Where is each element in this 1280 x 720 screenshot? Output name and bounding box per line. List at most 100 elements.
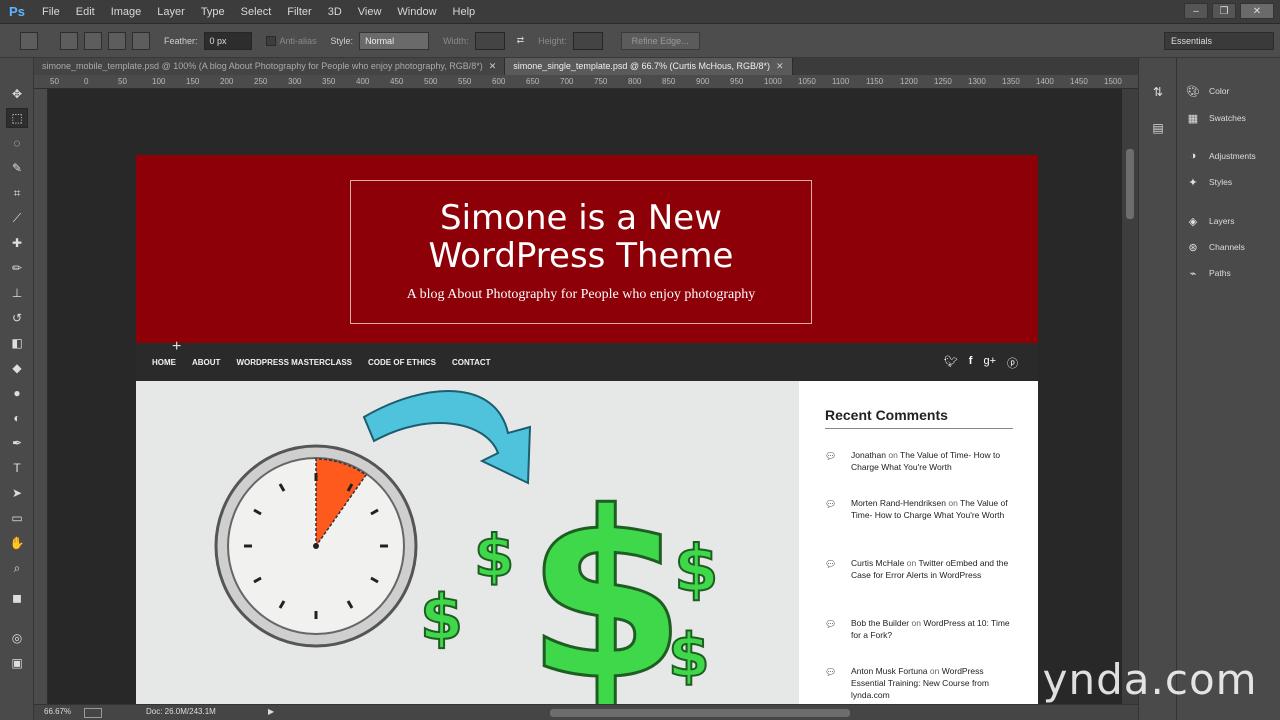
menu-view[interactable]: View bbox=[350, 0, 390, 24]
restore-button[interactable]: ❐ bbox=[1212, 3, 1236, 19]
vertical-scrollbar[interactable] bbox=[1122, 89, 1138, 704]
swap-icon[interactable]: ⇄ bbox=[517, 35, 525, 46]
comment-author[interactable]: Anton Musk Fortuna bbox=[851, 666, 928, 676]
menu-window[interactable]: Window bbox=[389, 0, 444, 24]
google-plus-icon[interactable]: g+ bbox=[983, 355, 996, 371]
horizontal-scroll-thumb[interactable] bbox=[550, 709, 850, 717]
ruler-tick: 950 bbox=[730, 77, 744, 86]
refine-edge-button[interactable]: Refine Edge... bbox=[620, 31, 700, 50]
document-artboard[interactable]: Simone is a New WordPress Theme A blog A… bbox=[136, 155, 1038, 704]
type-tool-icon[interactable]: T bbox=[6, 458, 28, 478]
comment-author[interactable]: Curtis McHale bbox=[851, 558, 904, 568]
add-selection-icon[interactable] bbox=[84, 31, 102, 50]
menu-filter[interactable]: Filter bbox=[279, 0, 319, 24]
panel-layers[interactable]: ◈ Layers bbox=[1185, 212, 1235, 230]
hand-tool-icon[interactable]: ✋ bbox=[6, 533, 28, 553]
comment-author[interactable]: Morten Rand-Hendriksen bbox=[851, 498, 946, 508]
eyedropper-tool-icon[interactable]: ⟋ bbox=[6, 208, 28, 228]
panel-paths[interactable]: ⌁ Paths bbox=[1185, 264, 1231, 282]
eraser-tool-icon[interactable]: ◧ bbox=[6, 333, 28, 353]
photoshop-logo: Ps bbox=[9, 4, 25, 19]
panel-channels[interactable]: ⊛ Channels bbox=[1185, 238, 1245, 256]
style-select[interactable]: Normal bbox=[359, 31, 430, 50]
rectangle-tool-icon[interactable]: ▭ bbox=[6, 508, 28, 528]
close-button[interactable]: ✕ bbox=[1240, 3, 1274, 19]
crosshair-cursor-icon: + bbox=[172, 338, 182, 355]
menu-layer[interactable]: Layer bbox=[149, 0, 193, 24]
subtract-selection-icon[interactable] bbox=[108, 31, 126, 50]
canvas-area[interactable]: Simone is a New WordPress Theme A blog A… bbox=[48, 89, 1122, 704]
nav-contact[interactable]: CONTACT bbox=[452, 358, 491, 367]
width-input[interactable] bbox=[474, 31, 505, 50]
close-icon[interactable]: ✕ bbox=[489, 58, 497, 75]
tools-panel: ✥ ⬚ ◌ ✎ ⌗ ⟋ ✚ ✏ ⊥ ↺ ◧ ◆ ● ◐ ✒ T ➤ ▭ ✋ ⌕ … bbox=[0, 58, 34, 720]
crop-tool-icon[interactable]: ⌗ bbox=[6, 183, 28, 203]
comment-author[interactable]: Jonathan bbox=[851, 450, 886, 460]
nav-about[interactable]: ABOUT bbox=[192, 358, 220, 367]
ruler-tick: 100 bbox=[152, 77, 166, 86]
zoom-level[interactable]: 66.67% bbox=[44, 707, 71, 716]
color-swatches-icon[interactable]: ◼ bbox=[6, 588, 28, 608]
comment-author[interactable]: Bob the Builder bbox=[851, 618, 909, 628]
nav-code-of-ethics[interactable]: CODE OF ETHICS bbox=[368, 358, 436, 367]
panel-adjustments[interactable]: ◑ Adjustments bbox=[1185, 147, 1256, 165]
pinterest-icon[interactable]: ⓟ bbox=[1007, 355, 1018, 371]
menu-select[interactable]: Select bbox=[233, 0, 280, 24]
document-tabs: simone_mobile_template.psd @ 100% (A blo… bbox=[34, 58, 1138, 75]
speech-bubble-icon: 💬︎ bbox=[825, 499, 837, 509]
menu-type[interactable]: Type bbox=[193, 0, 233, 24]
zoom-tool-icon[interactable]: ⌕ bbox=[6, 558, 28, 578]
marquee-preset-icon[interactable] bbox=[20, 31, 38, 50]
healing-brush-tool-icon[interactable]: ✚ bbox=[6, 233, 28, 253]
panels-list: 🎨︎ Color ▦ Swatches ◑ Adjustments ✦ Styl… bbox=[1176, 58, 1280, 720]
menu-image[interactable]: Image bbox=[103, 0, 150, 24]
pen-tool-icon[interactable]: ✒ bbox=[6, 433, 28, 453]
close-icon[interactable]: ✕ bbox=[776, 58, 784, 75]
menu-3d[interactable]: 3D bbox=[320, 0, 350, 24]
history-brush-tool-icon[interactable]: ↺ bbox=[6, 308, 28, 328]
speech-bubble-icon: 💬︎ bbox=[825, 619, 837, 629]
workspace-select[interactable]: Essentials bbox=[1164, 32, 1274, 50]
marquee-tool-icon[interactable]: ⬚ bbox=[6, 108, 28, 128]
panel-styles[interactable]: ✦ Styles bbox=[1185, 173, 1232, 191]
tab-single-template[interactable]: simone_single_template.psd @ 66.7% (Curt… bbox=[505, 58, 793, 75]
paint-bucket-tool-icon[interactable]: ◆ bbox=[6, 358, 28, 378]
svg-text:$: $ bbox=[474, 522, 514, 590]
status-menu-arrow-icon[interactable]: ▶ bbox=[268, 707, 274, 716]
clone-stamp-tool-icon[interactable]: ⊥ bbox=[6, 283, 28, 303]
site-title: Simone is a New WordPress Theme bbox=[428, 198, 734, 276]
menu-edit[interactable]: Edit bbox=[68, 0, 103, 24]
tab-mobile-template[interactable]: simone_mobile_template.psd @ 100% (A blo… bbox=[34, 58, 506, 75]
lasso-tool-icon[interactable]: ◌ bbox=[6, 133, 28, 153]
nav-home[interactable]: HOME bbox=[152, 358, 176, 367]
intersect-selection-icon[interactable] bbox=[132, 31, 150, 50]
scroll-thumb[interactable] bbox=[1126, 149, 1134, 219]
zoom-preview-icon[interactable] bbox=[84, 708, 102, 718]
dodge-tool-icon[interactable]: ◐ bbox=[6, 408, 28, 428]
recent-comments-title: Recent Comments bbox=[825, 407, 948, 423]
antialias-checkbox[interactable] bbox=[265, 35, 276, 46]
brush-tool-icon[interactable]: ✏ bbox=[6, 258, 28, 278]
move-tool-icon[interactable]: ✥ bbox=[6, 84, 28, 104]
ruler-tick: 1100 bbox=[832, 77, 850, 86]
height-input[interactable] bbox=[572, 31, 603, 50]
window-controls: – ❐ ✕ bbox=[1184, 3, 1274, 19]
path-selection-tool-icon[interactable]: ➤ bbox=[6, 483, 28, 503]
quick-select-tool-icon[interactable]: ✎ bbox=[6, 158, 28, 178]
menu-file[interactable]: File bbox=[34, 0, 68, 24]
feather-input[interactable]: 0 px bbox=[203, 31, 252, 50]
quick-mask-icon[interactable]: ◎ bbox=[6, 628, 28, 648]
history-panel-icon[interactable]: ⇅ bbox=[1150, 84, 1166, 100]
menu-help[interactable]: Help bbox=[445, 0, 484, 24]
minimize-button[interactable]: – bbox=[1184, 3, 1208, 19]
panel-swatches[interactable]: ▦ Swatches bbox=[1185, 109, 1246, 127]
document-info[interactable]: Doc: 26.0M/243.1M bbox=[146, 707, 216, 716]
blur-tool-icon[interactable]: ● bbox=[6, 383, 28, 403]
nav-wordpress-masterclass[interactable]: WORDPRESS MASTERCLASS bbox=[236, 358, 352, 367]
new-selection-icon[interactable] bbox=[60, 31, 78, 50]
facebook-icon[interactable]: f bbox=[969, 355, 973, 371]
properties-panel-icon[interactable]: ▤ bbox=[1150, 120, 1166, 136]
panel-color[interactable]: 🎨︎ Color bbox=[1185, 82, 1229, 100]
twitter-icon[interactable]: 🐦︎ bbox=[944, 355, 958, 371]
screen-mode-icon[interactable]: ▣ bbox=[6, 653, 28, 673]
